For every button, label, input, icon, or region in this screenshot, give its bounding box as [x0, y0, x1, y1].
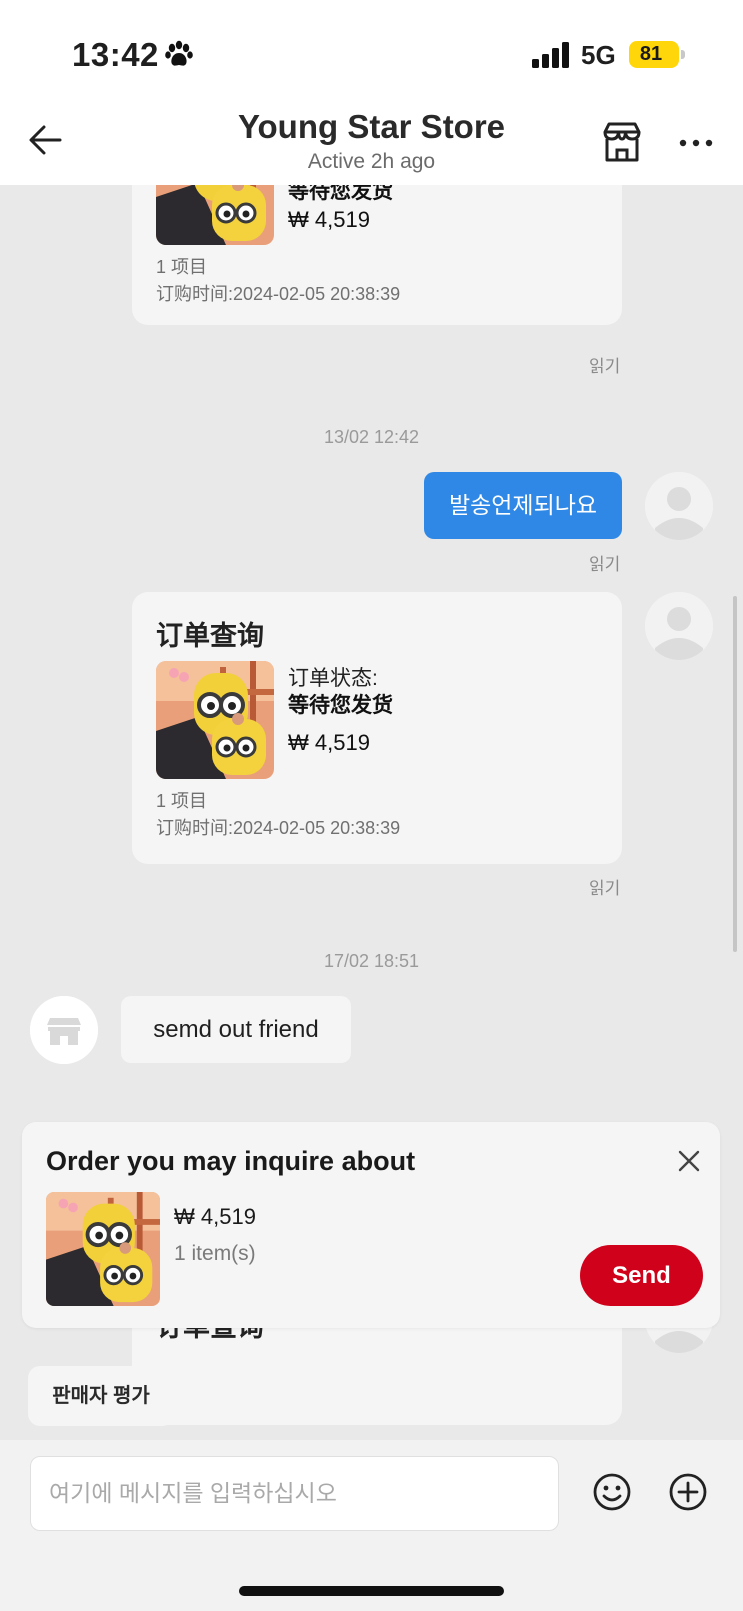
status-time: 13:42: [72, 36, 159, 73]
read-receipt: 읽기: [589, 555, 621, 574]
order-time: 订购时间:2024-02-05 20:38:39: [156, 284, 401, 304]
read-receipt: 읽기: [589, 879, 621, 898]
order-status-value: 等待您发货: [288, 694, 393, 717]
timestamp: 13/02 12:42: [323, 427, 420, 447]
read-receipt: 읽기: [589, 357, 621, 376]
seller-rating-button[interactable]: 판매자 평가: [28, 1366, 174, 1426]
order-card[interactable]: 订单查询 订单状态: 等待您发货 ₩ 4,519 1 项目 订购时间:2024-…: [132, 592, 622, 864]
plus-icon[interactable]: [668, 1472, 708, 1512]
order-status-value: 等待您发货: [288, 185, 393, 203]
scrollbar[interactable]: [733, 596, 737, 952]
product-image: [46, 1192, 160, 1306]
suggestion-title: Order you may inquire about: [46, 1146, 416, 1176]
battery-indicator: 81: [629, 41, 685, 68]
avatar-icon: [645, 472, 713, 540]
message-composer: [0, 1440, 743, 1611]
store-icon[interactable]: [600, 120, 644, 164]
order-status-label: 订单状态:: [288, 667, 378, 690]
message-bubble-received[interactable]: semd out friend: [121, 996, 351, 1063]
suggestion-price: ₩ 4,519: [174, 1204, 256, 1229]
paw-icon: [165, 40, 193, 66]
store-avatar-icon[interactable]: [30, 996, 98, 1064]
message-bubble-sent[interactable]: 발송언제되나요: [424, 472, 622, 539]
order-items: 1 项目: [156, 791, 208, 811]
timestamp: 17/02 18:51: [323, 951, 420, 971]
order-items: 1 项目: [156, 257, 208, 277]
order-card-title: 订单查询: [156, 621, 264, 651]
order-suggestion-panel: Order you may inquire about ₩ 4,519 1 it…: [22, 1122, 720, 1328]
message-input[interactable]: [30, 1456, 559, 1531]
emoji-icon[interactable]: [592, 1472, 632, 1512]
close-icon[interactable]: [676, 1148, 702, 1174]
app-header: 13:42 5G 81 Young Star Store Active 2h a…: [0, 0, 743, 185]
send-order-button[interactable]: Send: [580, 1245, 703, 1306]
order-price: ₩ 4,519: [288, 207, 370, 232]
home-indicator: [239, 1586, 504, 1596]
product-image: [156, 661, 274, 779]
suggestion-items: 1 item(s): [174, 1242, 256, 1265]
order-time: 订购时间:2024-02-05 20:38:39: [156, 818, 401, 838]
product-image: [156, 185, 274, 245]
network-type: 5G: [581, 40, 616, 70]
avatar-icon: [645, 592, 713, 660]
more-icon[interactable]: [678, 128, 714, 158]
signal-icon: [532, 42, 569, 68]
order-price: ₩ 4,519: [288, 730, 370, 755]
order-card[interactable]: 等待您发货 ₩ 4,519 1 项目 订购时间:2024-02-05 20:38…: [132, 185, 622, 325]
